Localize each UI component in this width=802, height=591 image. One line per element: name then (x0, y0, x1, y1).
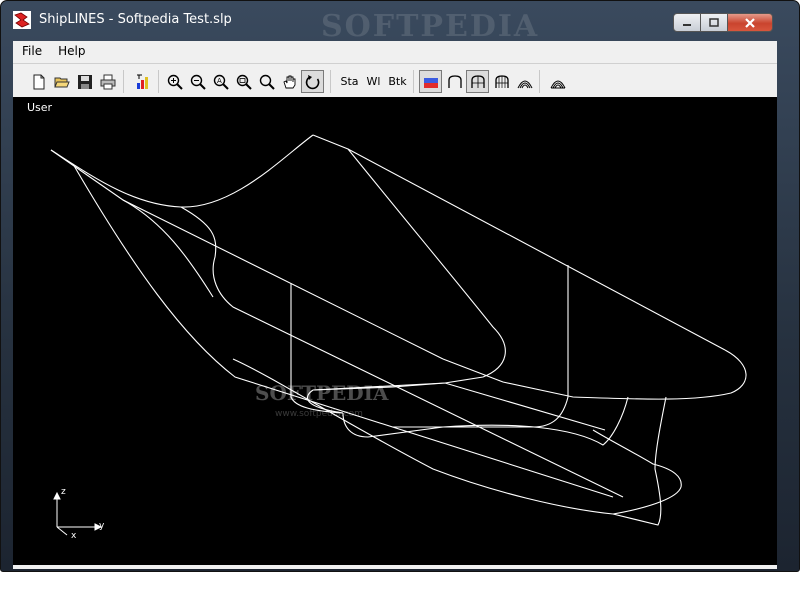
lines-plan-button[interactable] (513, 70, 536, 93)
toolbar-separator (123, 70, 124, 93)
body-plan-3-button[interactable] (490, 70, 513, 93)
hull-line (312, 148, 506, 391)
menu-file[interactable]: File (13, 44, 49, 58)
zoom-button[interactable] (255, 70, 278, 93)
hull-line (612, 396, 667, 526)
print-button[interactable] (96, 70, 119, 93)
new-file-button[interactable] (27, 70, 50, 93)
hull-line (50, 134, 314, 208)
hull-line (50, 149, 444, 360)
toolbar-separator (539, 70, 540, 93)
hull-wireframe (50, 134, 747, 526)
toolbar-separator (158, 70, 159, 93)
printer-icon (100, 74, 115, 89)
svg-text:A: A (217, 77, 222, 85)
lines-plan-icon-2 (550, 80, 565, 88)
zoom-out-icon (190, 74, 206, 90)
body-plan-grid-icon-2 (494, 74, 509, 88)
axis-z-label: z (61, 487, 66, 497)
body-plan-grid-icon (470, 74, 485, 88)
color-palette-icon (136, 74, 148, 89)
maximize-icon (709, 17, 719, 27)
shaded-view-button[interactable] (419, 70, 442, 93)
minimize-icon (683, 23, 691, 26)
pan-button[interactable] (278, 70, 301, 93)
viewport-watermark-url: www.softpedia.com (275, 409, 363, 419)
toolbar-separator (413, 70, 414, 93)
body-plan-button[interactable] (443, 70, 466, 93)
zoom-window-button[interactable] (232, 70, 255, 93)
rotate-button[interactable] (301, 70, 324, 93)
title-watermark: SOFTPEDIA (321, 9, 540, 44)
hull-line (180, 206, 624, 498)
zoom-window-icon (236, 74, 252, 90)
new-document-icon (33, 74, 44, 89)
save-file-button[interactable] (73, 70, 96, 93)
hull-line (312, 134, 726, 351)
close-button[interactable] (727, 13, 773, 32)
axis-y-label: y (99, 521, 105, 531)
hand-icon (282, 75, 295, 88)
hull-line (72, 163, 614, 498)
axis-x-label: x (71, 531, 77, 541)
open-file-button[interactable] (50, 70, 73, 93)
toolbar-separator (330, 70, 331, 93)
window-title: ShipLINES - Softpedia Test.slp (39, 12, 232, 27)
menu-help[interactable]: Help (49, 44, 92, 58)
folder-open-icon (53, 77, 70, 87)
body-plan-icon (447, 74, 462, 88)
zoom-in-icon (167, 74, 183, 90)
minimize-button[interactable] (673, 13, 701, 32)
lines-plan-2-button[interactable] (546, 70, 569, 93)
hull-line (122, 199, 214, 298)
zoom-out-button[interactable] (186, 70, 209, 93)
client-area: File Help A Sta Wl Btk User SOFTPEDIA ww… (13, 41, 777, 569)
zoom-in-button[interactable] (163, 70, 186, 93)
app-logo-icon (13, 11, 31, 29)
magnifier-icon (259, 74, 275, 90)
maximize-button[interactable] (700, 13, 728, 32)
app-window: ShipLINES - Softpedia Test.slp SOFTPEDIA… (0, 0, 800, 572)
zoom-auto-button[interactable]: A (209, 70, 232, 93)
buttocks-button[interactable]: Btk (386, 70, 409, 93)
body-plan-2-button[interactable] (466, 70, 489, 93)
stations-button[interactable]: Sta (338, 70, 361, 93)
lines-plan-icon (517, 80, 532, 88)
viewport-watermark: SOFTPEDIA (255, 381, 389, 405)
colors-button[interactable] (131, 70, 154, 93)
title-bar[interactable]: ShipLINES - Softpedia Test.slp SOFTPEDIA (1, 1, 799, 44)
3d-viewport[interactable]: User SOFTPEDIA www.softpedia.com z y x (13, 97, 777, 565)
menu-bar: File Help (13, 41, 777, 61)
zoom-auto-icon: A (213, 74, 229, 90)
toolbar: A Sta Wl Btk (13, 63, 777, 98)
shaded-hull-icon (423, 77, 438, 88)
hull-line (393, 265, 569, 428)
rotate-icon (305, 74, 319, 89)
waterlines-button[interactable]: Wl (362, 70, 385, 93)
floppy-disk-icon (77, 74, 92, 89)
axis-gizmo (53, 491, 103, 536)
close-icon (745, 17, 755, 28)
